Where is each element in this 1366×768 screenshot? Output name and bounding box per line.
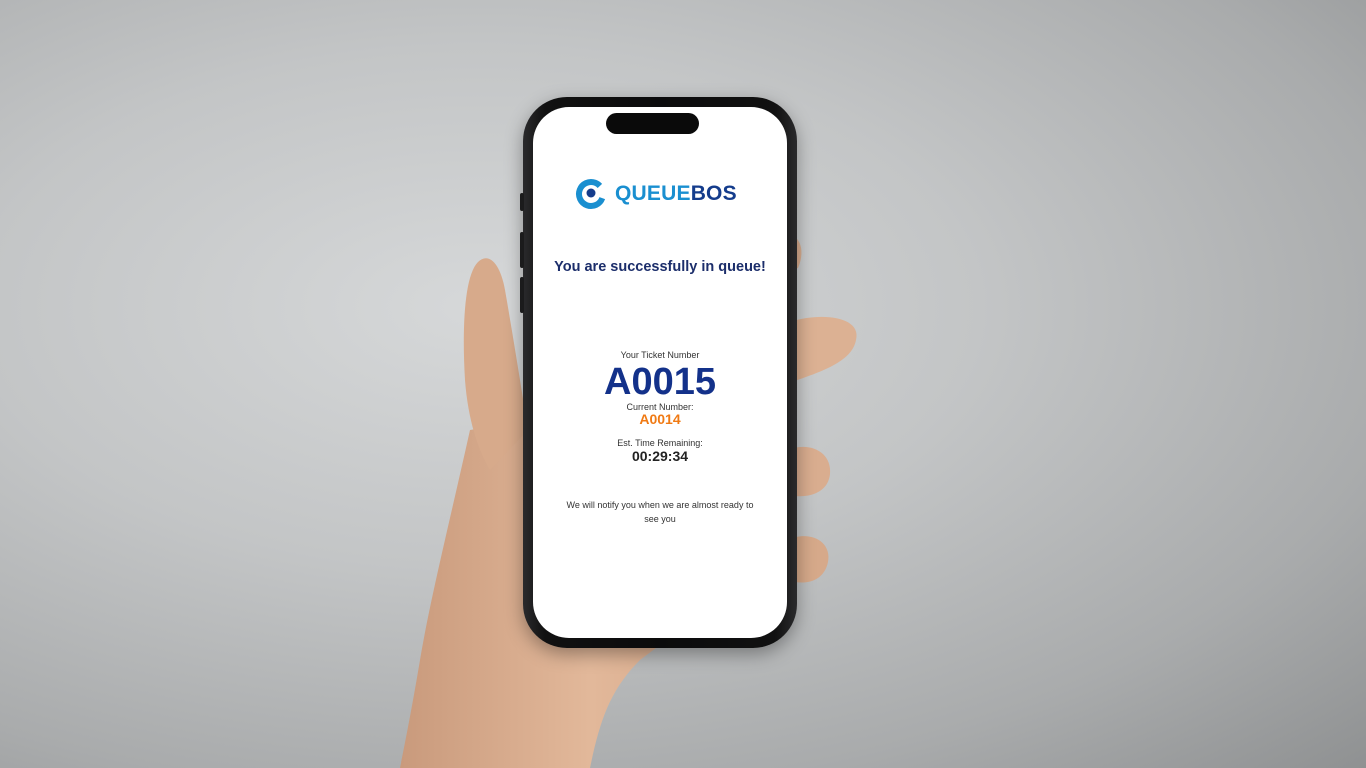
smartphone: QUEUEBOS You are successfully in queue! … <box>520 97 797 648</box>
action-button <box>520 193 524 211</box>
background-scene: QUEUEBOS You are successfully in queue! … <box>0 0 1366 768</box>
success-headline: You are successfully in queue! <box>554 259 766 275</box>
queuebos-logo: QUEUEBOS <box>575 177 745 211</box>
dynamic-island <box>606 113 699 134</box>
logo-text-queue: QUEUE <box>615 182 691 205</box>
notify-message: We will notify you when we are almost re… <box>566 500 754 524</box>
time-remaining: 00:29:34 <box>631 448 689 464</box>
queue-logo-icon <box>576 179 606 209</box>
ticket-number: A0015 <box>604 361 716 403</box>
volume-down-button <box>520 277 524 313</box>
ticket-number-label: Your Ticket Number <box>620 350 700 360</box>
logo-text-bos: BOS <box>690 182 737 205</box>
current-number: A0014 <box>639 411 681 427</box>
logo-wordmark: QUEUEBOS <box>615 182 737 206</box>
volume-up-button <box>520 232 524 268</box>
time-remaining-label: Est. Time Remaining: <box>617 438 703 448</box>
phone-screen: QUEUEBOS You are successfully in queue! … <box>533 107 787 638</box>
